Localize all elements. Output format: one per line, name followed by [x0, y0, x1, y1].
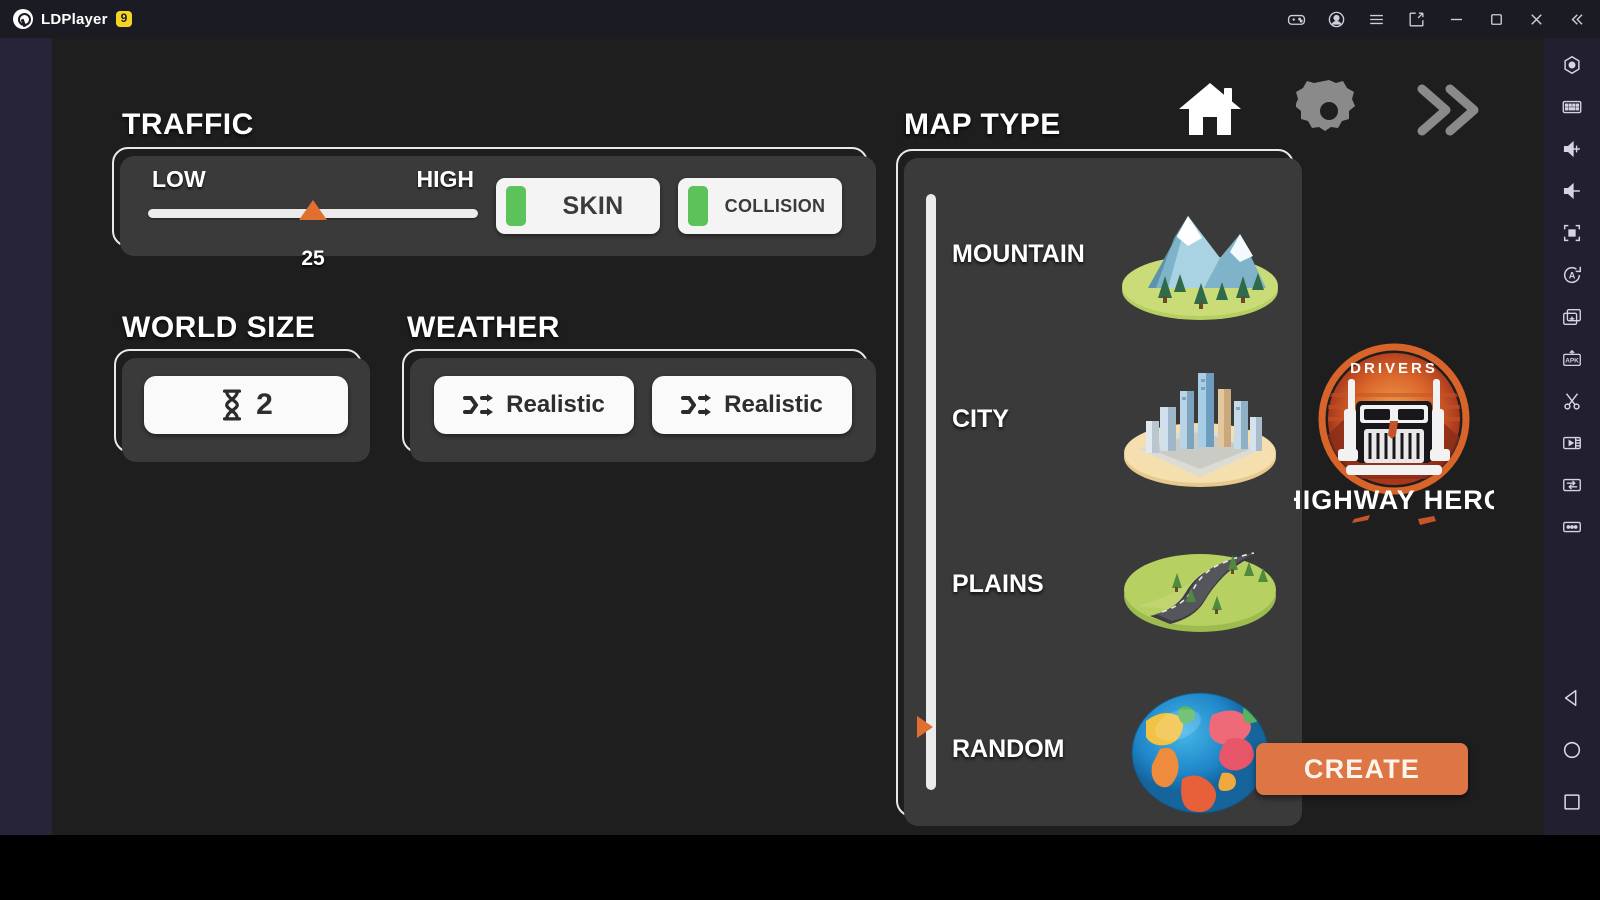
android-recents-icon[interactable]	[1553, 783, 1591, 821]
weather-option-2[interactable]: Realistic	[652, 376, 852, 434]
slider-thumb[interactable]	[299, 200, 327, 220]
volume-down-icon[interactable]	[1553, 172, 1591, 210]
logo-bottom-text: HIGHWAY HERO	[1294, 485, 1494, 515]
shuffle-icon	[681, 394, 712, 416]
panel-plate: MOUNTAIN CITY PLAINS RANDOM	[904, 158, 1302, 826]
collision-toggle-label: COLLISION	[724, 195, 826, 216]
panel-plate: Realistic Realistic	[410, 358, 876, 462]
more-icon[interactable]	[1553, 508, 1591, 546]
slider-track[interactable]: 25	[148, 200, 478, 270]
weather-option-2-label: Realistic	[724, 391, 823, 418]
left-rail	[0, 38, 52, 835]
traffic-panel: LOW HIGH 25 SKIN COLLISION	[112, 147, 876, 270]
apk-install-icon[interactable]: APK	[1553, 340, 1591, 378]
svg-text:APK: APK	[1565, 358, 1579, 365]
gamepad-icon[interactable]	[1276, 0, 1316, 38]
account-icon[interactable]	[1316, 0, 1356, 38]
map-type-panel: MOUNTAIN CITY PLAINS RANDOM	[896, 149, 1302, 826]
android-home-icon[interactable]	[1553, 731, 1591, 769]
slider-max-label: HIGH	[416, 166, 475, 192]
hourglass-icon	[223, 389, 242, 421]
slider-min-label: LOW	[152, 166, 206, 192]
map-item-mountain[interactable]: MOUNTAIN	[948, 172, 1294, 337]
map-selection-marker	[917, 716, 933, 738]
weather-option-1[interactable]: Realistic	[434, 376, 634, 434]
plains-thumb	[1116, 510, 1284, 660]
shuffle-icon	[463, 394, 494, 416]
video-icon[interactable]	[1553, 424, 1591, 462]
ldplayer-logo-icon	[13, 9, 33, 29]
skin-toggle-label: SKIN	[562, 191, 624, 220]
traffic-slider[interactable]: LOW HIGH 25	[148, 166, 478, 270]
svg-text:A: A	[1569, 271, 1576, 281]
collision-toggle-led	[688, 186, 708, 226]
gear-icon[interactable]	[1294, 76, 1364, 146]
map-item-city[interactable]: CITY	[948, 337, 1294, 502]
maximize-icon[interactable]	[1476, 0, 1516, 38]
map-type-heading: MAP TYPE	[904, 108, 1061, 141]
mountain-thumb	[1116, 180, 1284, 330]
world-size-value: 2	[256, 388, 273, 421]
map-item-label: MOUNTAIN	[952, 240, 1085, 268]
emulator-toolbar: A APK	[1544, 38, 1600, 835]
map-item-label: PLAINS	[952, 570, 1044, 598]
skin-toggle-led	[506, 186, 526, 226]
collision-toggle[interactable]: COLLISION	[678, 178, 842, 234]
weather-heading: WEATHER	[407, 311, 560, 344]
map-scrollbar[interactable]	[926, 194, 936, 790]
weather-option-1-label: Realistic	[506, 391, 605, 418]
title-bar: LDPlayer 9	[0, 0, 1600, 38]
world-size-heading: WORLD SIZE	[122, 311, 316, 344]
record-icon[interactable]	[1553, 46, 1591, 84]
home-icon[interactable]	[1174, 76, 1246, 142]
window-controls	[1276, 0, 1600, 38]
android-back-icon[interactable]	[1553, 679, 1591, 717]
panel-plate: LOW HIGH 25 SKIN COLLISION	[120, 156, 876, 270]
world-size-button[interactable]: 2	[144, 376, 348, 434]
map-item-label: CITY	[952, 405, 1009, 433]
menu-icon[interactable]	[1356, 0, 1396, 38]
fullscreen-icon[interactable]	[1553, 214, 1591, 252]
volume-up-icon[interactable]	[1553, 130, 1591, 168]
panel-plate: 2	[122, 358, 370, 462]
slider-value: 25	[301, 247, 325, 270]
scissors-icon[interactable]	[1553, 382, 1591, 420]
highway-hero-logo: DRIVERS HIGHWAY HERO	[1282, 333, 1505, 533]
auto-rotate-icon[interactable]: A	[1553, 256, 1591, 294]
letterbox-bar	[0, 835, 1600, 900]
close-icon[interactable]	[1516, 0, 1556, 38]
minimize-icon[interactable]	[1436, 0, 1476, 38]
ldplayer-window: LDPlayer 9 TRAFFIC LOW HIGH 25 SKIN COLL…	[0, 0, 1600, 900]
traffic-heading: TRAFFIC	[122, 108, 254, 141]
app-title: LDPlayer	[41, 10, 108, 28]
version-badge: 9	[115, 10, 133, 28]
map-item-label: RANDOM	[952, 735, 1065, 763]
collapse-icon[interactable]	[1556, 0, 1596, 38]
city-thumb	[1116, 345, 1284, 495]
map-item-plains[interactable]: PLAINS	[948, 502, 1294, 667]
keyboard-icon[interactable]	[1553, 88, 1591, 126]
logo-top-text: DRIVERS	[1350, 360, 1438, 377]
app-brand: LDPlayer 9	[0, 9, 133, 29]
file-transfer-icon[interactable]	[1553, 466, 1591, 504]
fast-forward-icon[interactable]	[1410, 76, 1486, 144]
world-size-panel: 2	[114, 349, 370, 462]
game-canvas: TRAFFIC LOW HIGH 25 SKIN COLLISION WORLD…	[52, 38, 1544, 835]
create-button[interactable]: CREATE	[1256, 743, 1468, 795]
share-icon[interactable]	[1396, 0, 1436, 38]
skin-toggle[interactable]: SKIN	[496, 178, 660, 234]
map-type-list: MOUNTAIN CITY PLAINS RANDOM	[948, 172, 1294, 816]
map-item-random[interactable]: RANDOM	[948, 667, 1294, 832]
multi-instance-icon[interactable]	[1553, 298, 1591, 336]
weather-panel: Realistic Realistic	[402, 349, 876, 462]
slider-end-labels: LOW HIGH	[148, 166, 478, 193]
